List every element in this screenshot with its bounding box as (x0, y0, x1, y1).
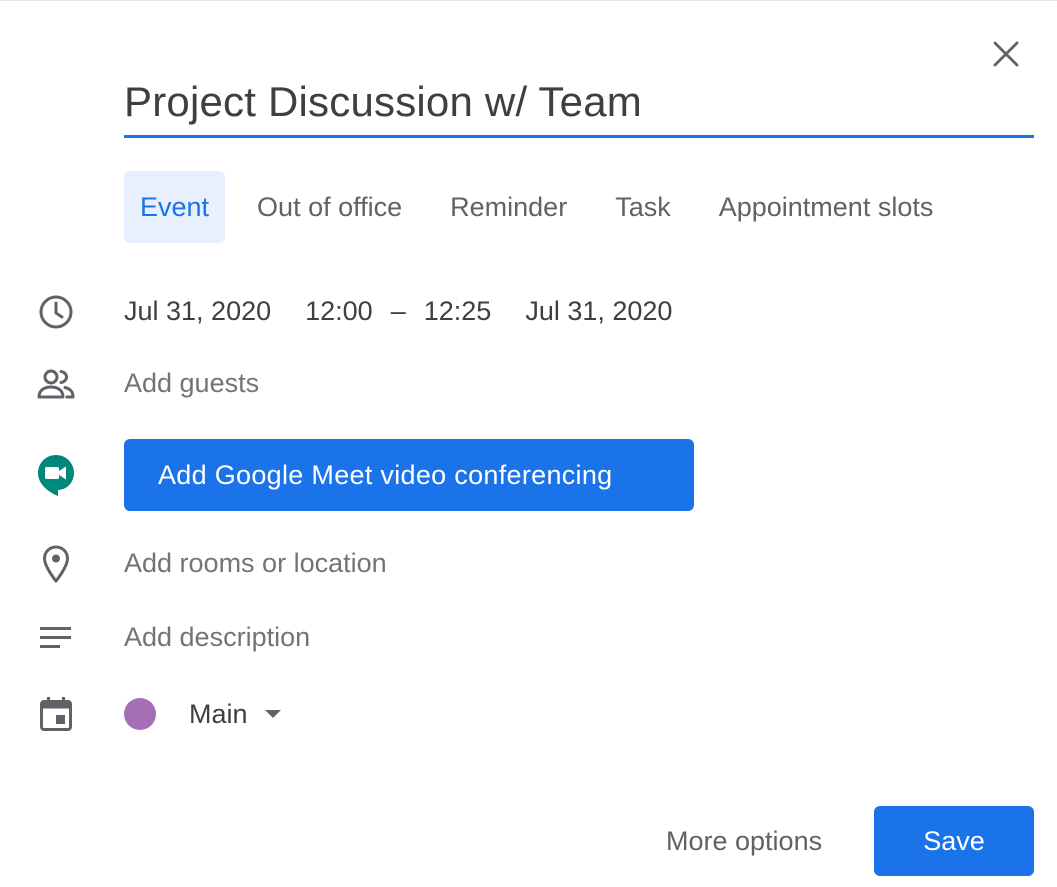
tab-appointment-slots[interactable]: Appointment slots (703, 171, 950, 243)
save-label: Save (923, 825, 985, 856)
add-guests-input[interactable]: Add guests (124, 368, 259, 399)
guests-row: Add guests (0, 362, 1057, 406)
datetime-fields: Jul 31, 2020 12:00 – 12:25 Jul 31, 2020 (124, 296, 672, 327)
add-google-meet-label: Add Google Meet video conferencing (158, 459, 613, 490)
meet-row: Add Google Meet video conferencing (0, 439, 1057, 511)
calendar-color-dot (124, 698, 156, 730)
title-field-wrapper (124, 74, 1034, 138)
event-type-tabs: Event Out of office Reminder Task Appoin… (124, 171, 949, 243)
tab-appointment-slots-label: Appointment slots (718, 191, 934, 222)
add-location-input[interactable]: Add rooms or location (124, 548, 387, 579)
calendar-icon (40, 697, 72, 731)
calendar-row: Main (0, 692, 1057, 736)
tab-event[interactable]: Event (124, 171, 226, 243)
end-date[interactable]: Jul 31, 2020 (525, 296, 672, 327)
tab-reminder[interactable]: Reminder (434, 171, 583, 243)
clock-icon-wrap (34, 290, 78, 334)
tab-reminder-label: Reminder (450, 191, 568, 222)
event-quick-create-dialog: Event Out of office Reminder Task Appoin… (0, 0, 1057, 887)
tab-out-of-office-label: Out of office (257, 191, 403, 222)
add-description-input[interactable]: Add description (124, 622, 310, 653)
people-icon-wrap (34, 362, 78, 406)
more-options-label: More options (666, 825, 823, 856)
location-pin-icon-wrap (34, 542, 78, 586)
tab-out-of-office[interactable]: Out of office (241, 171, 418, 243)
end-time[interactable]: 12:25 (424, 296, 492, 327)
close-icon (993, 41, 1019, 67)
event-title-input[interactable] (124, 78, 1034, 126)
description-row: Add description (0, 616, 1057, 660)
notes-lines-icon (40, 627, 71, 648)
location-row: Add rooms or location (0, 542, 1057, 586)
start-time[interactable]: 12:00 (305, 296, 373, 327)
people-icon (37, 369, 75, 399)
google-meet-icon (38, 455, 74, 496)
tab-task-label: Task (615, 191, 671, 222)
google-meet-icon-wrap (34, 453, 78, 497)
calendar-select[interactable]: Main (189, 699, 282, 730)
datetime-row: Jul 31, 2020 12:00 – 12:25 Jul 31, 2020 (0, 290, 1057, 334)
calendar-name: Main (189, 698, 248, 729)
top-divider (0, 0, 1057, 1)
start-date[interactable]: Jul 31, 2020 (124, 296, 271, 327)
add-google-meet-button[interactable]: Add Google Meet video conferencing (124, 439, 694, 511)
location-pin-icon (43, 545, 69, 583)
calendar-icon-wrap (34, 692, 78, 736)
tab-event-label: Event (140, 191, 210, 222)
notes-lines-icon-wrap (34, 616, 78, 660)
more-options-button[interactable]: More options (646, 806, 842, 876)
save-button[interactable]: Save (874, 806, 1034, 876)
time-separator: – (390, 296, 406, 326)
meet-content: Add Google Meet video conferencing (124, 439, 694, 511)
tab-task[interactable]: Task (599, 171, 687, 243)
clock-icon (39, 295, 73, 329)
close-button[interactable] (985, 33, 1027, 75)
dropdown-arrow-icon (264, 710, 281, 718)
calendar-content: Main (124, 698, 282, 730)
